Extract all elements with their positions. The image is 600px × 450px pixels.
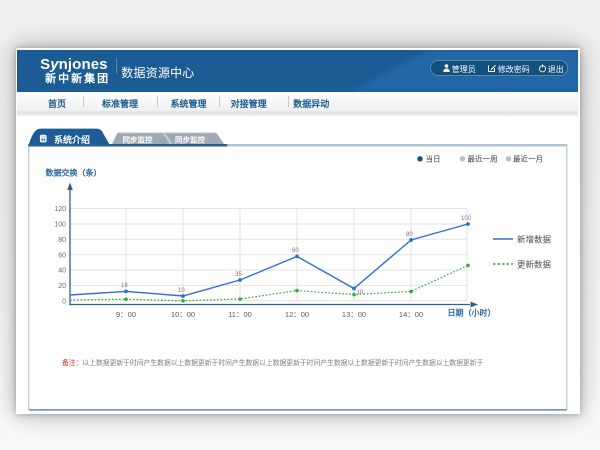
svg-text:12：00: 12：00 — [285, 310, 309, 319]
svg-text:最近一周: 最近一周 — [468, 154, 498, 164]
svg-text:60: 60 — [58, 252, 66, 259]
svg-text:日期（小时）: 日期（小时） — [448, 308, 496, 318]
svg-text:同步监控: 同步监控 — [123, 135, 153, 145]
svg-text:60: 60 — [292, 248, 299, 254]
svg-text:18: 18 — [121, 283, 128, 289]
svg-text:新增数据: 新增数据 — [517, 235, 552, 245]
svg-text:80: 80 — [406, 232, 413, 238]
svg-text:35: 35 — [235, 272, 242, 278]
svg-text:当日: 当日 — [426, 154, 441, 164]
svg-text:数据交换（条）: 数据交换（条） — [46, 168, 102, 178]
svg-text:0: 0 — [62, 298, 66, 305]
svg-text:10: 10 — [357, 290, 364, 296]
svg-text:20: 20 — [58, 283, 66, 290]
svg-text:100: 100 — [54, 222, 66, 229]
svg-text:更新数据: 更新数据 — [517, 260, 552, 270]
svg-text:14：00: 14：00 — [399, 310, 423, 319]
svg-text:9：00: 9：00 — [116, 310, 136, 319]
svg-text:80: 80 — [58, 237, 66, 244]
svg-text:同步监控: 同步监控 — [175, 135, 205, 145]
svg-text:最近一月: 最近一月 — [513, 154, 543, 164]
svg-text:10：00: 10：00 — [171, 310, 195, 319]
svg-text:120: 120 — [54, 206, 66, 213]
svg-text:11：00: 11：00 — [228, 310, 252, 319]
svg-text:系统介绍: 系统介绍 — [54, 134, 90, 145]
svg-text:100: 100 — [461, 216, 472, 222]
svg-text:13：00: 13：00 — [342, 310, 366, 319]
svg-text:40: 40 — [58, 268, 66, 275]
svg-text:10: 10 — [178, 288, 185, 294]
